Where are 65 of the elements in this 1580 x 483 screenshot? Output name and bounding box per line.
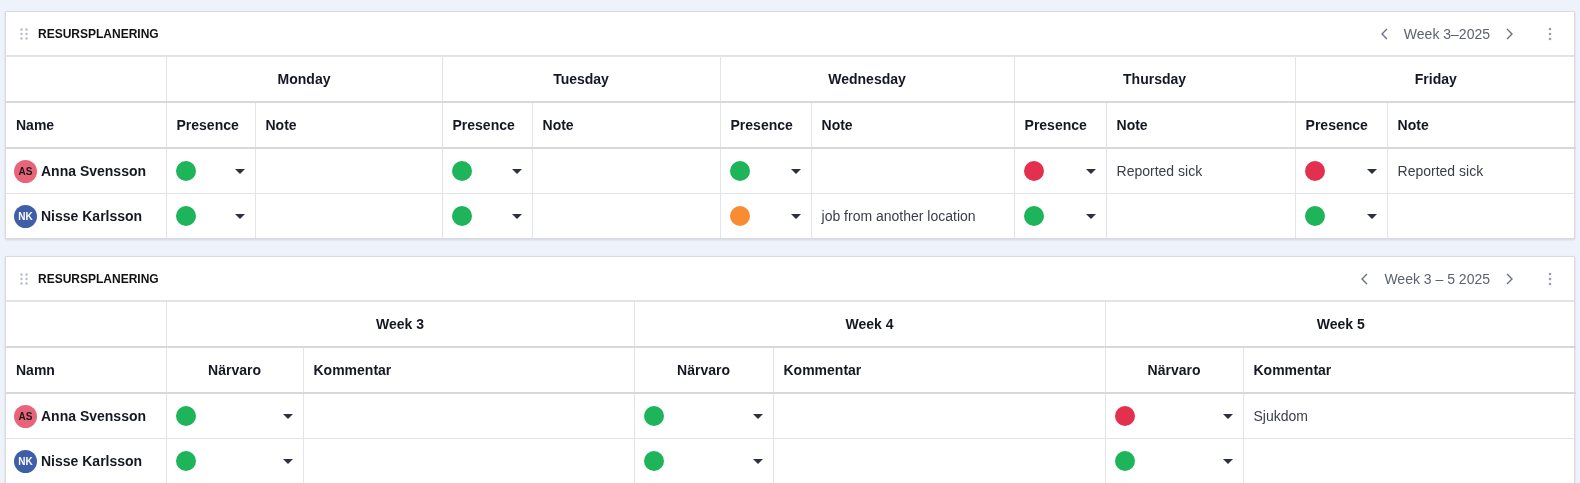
person-name: Anna Svensson [41,163,147,179]
caret-icon [1222,458,1233,464]
column-header: Presence [452,117,515,133]
column-header: Note [265,117,297,133]
avatar: AS [14,404,37,428]
column-header: Närvaro [208,362,261,378]
person-name: Anna Svensson [41,408,147,424]
column-header: Note [821,117,853,133]
column-header: Närvaro [1147,362,1201,378]
column-header: Name [16,117,55,133]
caret-icon [1085,213,1096,219]
caret-icon [282,458,293,464]
group-header: Week 5 [1316,316,1365,332]
caret-icon [1366,213,1377,219]
drag-handle-icon[interactable] [20,272,28,285]
column-header: Presence [730,117,793,133]
group-header: Monday [277,71,331,87]
week-range: Week 3–2025 [1403,25,1490,42]
column-header: Kommentar [1253,362,1332,378]
column-header: Namn [16,362,55,378]
column-header: Presence [1024,117,1087,133]
group-header: Week 3 [376,316,424,332]
avatar: NK [14,449,37,473]
column-header: Note [542,117,574,133]
caret-icon [234,168,245,174]
column-header: Kommentar [783,362,862,378]
more-menu-icon[interactable] [1548,271,1552,286]
group-header: Friday [1414,71,1457,87]
caret-icon [1366,168,1377,174]
group-header: Wednesday [828,71,906,87]
person-name: Nisse Karlsson [41,453,143,469]
week-range: Week 3 – 5 2025 [1384,270,1490,287]
note-text: Sjukdom [1253,408,1308,424]
chevron-left-icon[interactable] [1379,26,1390,41]
caret-icon [511,213,522,219]
caret-icon [234,213,245,219]
panel-title: RESURSPLANERING [38,26,159,41]
caret-icon [752,413,763,419]
column-header: Note [1397,117,1429,133]
drag-handle-icon[interactable] [20,27,28,40]
caret-icon [282,413,293,419]
chevron-right-icon[interactable] [1504,271,1514,286]
panel-title: RESURSPLANERING [38,271,159,286]
column-header: Kommentar [313,362,392,378]
column-header: Note [1116,117,1148,133]
group-header: Week 4 [845,316,894,332]
avatar: NK [14,204,37,228]
note-text: job from another location [821,208,976,224]
group-header: Thursday [1123,71,1187,87]
column-header: Presence [176,117,239,133]
caret-icon [1222,413,1233,419]
chevron-right-icon[interactable] [1504,26,1514,41]
column-header: Närvaro [677,362,730,378]
caret-icon [1085,168,1096,174]
caret-icon [511,168,522,174]
caret-icon [790,213,801,219]
group-header: Tuesday [553,71,609,87]
caret-icon [790,168,801,174]
person-name: Nisse Karlsson [41,208,143,224]
column-header: Presence [1305,117,1368,133]
avatar: AS [14,159,37,183]
note-text: Reported sick [1116,163,1203,179]
more-menu-icon[interactable] [1548,26,1552,41]
caret-icon [752,458,763,464]
note-text: Reported sick [1397,163,1484,179]
